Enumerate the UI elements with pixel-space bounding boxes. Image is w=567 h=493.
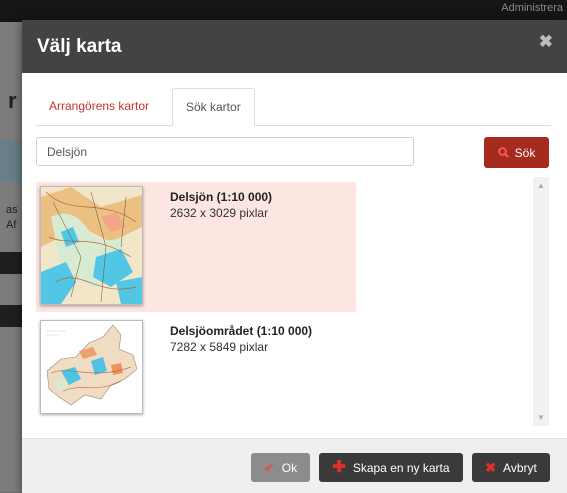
map-list-item[interactable]: Delsjön (1:10 000) 2632 x 3029 pixlar (36, 182, 356, 312)
create-new-map-button[interactable]: ✚ Skapa en ny karta (319, 453, 463, 482)
tab-organizer-maps[interactable]: Arrangörens kartor (36, 88, 162, 124)
dialog-header: Välj karta ✖ (22, 20, 567, 73)
ok-button[interactable]: ✔ Ok (251, 453, 310, 482)
cancel-button[interactable]: ✖ Avbryt (472, 453, 550, 482)
map-size: 2632 x 3029 pixlar (170, 206, 269, 220)
ok-button-label: Ok (281, 460, 298, 475)
search-button[interactable]: Sök (484, 137, 549, 168)
search-input[interactable] (36, 137, 414, 166)
background-text-fragment: as (6, 204, 18, 216)
search-icon (497, 147, 509, 158)
map-thumbnail (40, 320, 143, 414)
scroll-down-arrow-icon[interactable]: ▼ (537, 413, 545, 422)
close-icon[interactable]: ✖ (539, 32, 553, 52)
dialog-title: Välj karta (37, 36, 122, 57)
map-list: Delsjön (1:10 000) 2632 x 3029 pixlar De… (36, 180, 549, 426)
background-text-fragment: Af (6, 219, 17, 231)
map-list-item[interactable]: Delsjöområdet (1:10 000) 7282 x 5849 pix… (36, 316, 356, 426)
dialog-footer: ✔ Ok ✚ Skapa en ny karta ✖ Avbryt (22, 438, 567, 493)
map-name: Delsjön (1:10 000) (170, 190, 273, 204)
plus-icon: ✚ (332, 458, 346, 476)
admin-link: Administrera (501, 2, 563, 14)
create-new-map-label: Skapa en ny karta (352, 460, 450, 475)
search-button-label: Sök (514, 145, 536, 160)
background-topbar: Administrera (0, 0, 567, 22)
checkmark-icon: ✔ (263, 460, 275, 475)
map-list-scrollbar[interactable]: ▲ ▼ (533, 177, 549, 426)
tab-search-maps[interactable]: Sök kartor (172, 88, 255, 126)
tab-bar: Arrangörens kartor Sök kartor (36, 88, 551, 126)
scroll-up-arrow-icon[interactable]: ▲ (537, 181, 545, 190)
map-thumbnail (40, 186, 143, 305)
cancel-button-label: Avbryt (503, 460, 537, 475)
select-map-dialog: Välj karta ✖ Arrangörens kartor Sök kart… (22, 20, 567, 493)
map-size: 7282 x 5849 pixlar (170, 340, 269, 354)
background-text-fragment: r (8, 88, 17, 113)
close-icon: ✖ (485, 460, 497, 475)
map-name: Delsjöområdet (1:10 000) (170, 324, 313, 338)
